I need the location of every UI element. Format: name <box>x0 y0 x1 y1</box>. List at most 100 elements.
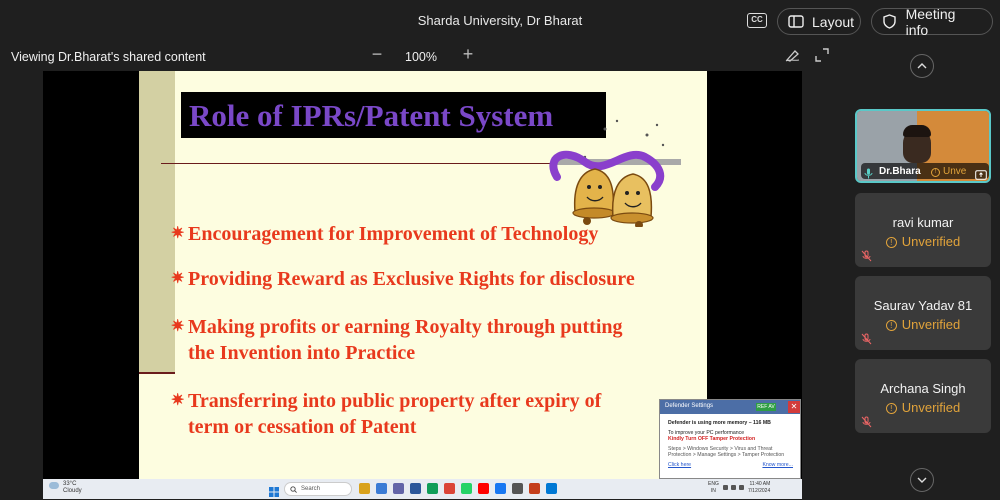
warning-icon: ! <box>885 320 897 331</box>
slide-title-rule <box>161 163 551 164</box>
fullscreen-icon[interactable] <box>815 48 829 67</box>
bullet-text-line-1: Transferring into public property after … <box>188 390 602 412</box>
whatsapp-icon <box>461 483 472 494</box>
search-icon <box>290 486 297 498</box>
volume-icon <box>731 485 736 490</box>
bullet-text: Encouragement for Improvement of Technol… <box>188 223 599 245</box>
bullet-star-icon: ✷ <box>171 392 185 409</box>
file-explorer-icon <box>359 483 370 494</box>
battery-icon <box>739 485 744 490</box>
app-icon <box>427 483 438 494</box>
weather-temp: 33°C <box>63 481 77 487</box>
warning-icon: ! <box>885 237 897 248</box>
participant-tile-saurav-yadav[interactable]: Saurav Yadav 81 ! Unverified <box>855 276 991 350</box>
screen-share-icon <box>975 167 987 181</box>
weather-widget: 33°C Cloudy <box>49 481 82 495</box>
defender-notification: Defender Settings REF AV ✕ Defender is u… <box>659 399 801 479</box>
bullet-text-line-1: Making profits or earning Royalty throug… <box>188 316 623 338</box>
meeting-info-button[interactable]: Meeting info <box>871 5 993 38</box>
participant-name: Archana Singh <box>880 381 966 396</box>
chevron-up-icon <box>917 63 927 69</box>
bullet-text-line-2: the Invention into Practice <box>188 342 416 364</box>
chrome-icon <box>444 483 455 494</box>
defender-line-5: Protection > Manage Settings > Tamper Pr… <box>668 452 785 458</box>
defender-line-3: Kindly Turn OFF Tamper Protection <box>668 436 756 442</box>
top-bar: Sharda University, Dr Bharat CC Layout M… <box>0 0 1000 42</box>
lang-line-1: ENG <box>708 481 719 487</box>
taskbar-clock: 11:40 AM 7/12/2024 <box>748 481 770 495</box>
meeting-info-label: Meeting info <box>905 5 956 38</box>
taskbar-search: Search <box>284 482 352 496</box>
defender-know-more-link: Know more... <box>762 461 793 468</box>
participant-name: Saurav Yadav 81 <box>873 298 973 313</box>
slide-bullet-2: ✷ Providing Reward as Exclusive Rights f… <box>171 266 635 292</box>
captions-button[interactable]: CC <box>747 13 767 28</box>
youtube-icon <box>478 483 489 494</box>
warning-icon: ! <box>885 403 897 414</box>
mic-muted-icon <box>861 415 872 433</box>
slide-bullet-1: ✷ Encouragement for Improvement of Techn… <box>171 221 598 247</box>
participant-name: ravi kumar <box>892 215 954 230</box>
participant-status-text: Unverified <box>901 400 961 415</box>
slide-side-divider <box>139 372 175 374</box>
layout-icon <box>788 15 804 29</box>
zoom-out-button[interactable]: − <box>369 44 385 65</box>
participant-status-text: Unverified <box>901 317 961 332</box>
viewing-shared-content-label: Viewing Dr.Bharat's shared content <box>11 50 206 64</box>
lang-line-2: IN <box>710 488 716 494</box>
app-icon <box>376 483 387 494</box>
bullet-star-icon: ✷ <box>171 270 185 287</box>
warning-icon: ! <box>931 168 940 177</box>
slide-bullet-4: ✷ Transferring into public property afte… <box>171 388 601 440</box>
teams-icon <box>393 483 404 494</box>
participant-tile-dr-bharat[interactable]: Dr.Bhara ! Unve <box>855 109 991 183</box>
zoom-level: 100% <box>405 50 437 64</box>
word-icon <box>410 483 421 494</box>
video-person-hair <box>903 125 931 137</box>
close-icon: ✕ <box>788 401 800 413</box>
bells-clipart-icon <box>545 117 675 232</box>
windows-start-icon <box>269 484 279 499</box>
slide-title: Role of IPRs/Patent System <box>189 98 554 133</box>
defender-body: Defender is using more memory – 116 MB T… <box>660 414 800 468</box>
system-tray-icons <box>723 485 747 490</box>
defender-title: Defender Settings <box>665 403 714 409</box>
bullet-text-line-2: term or cessation of Patent <box>188 416 417 438</box>
participant-tile-ravi-kumar[interactable]: ravi kumar ! Unverified <box>855 193 991 267</box>
weather-desc: Cloudy <box>63 488 82 494</box>
participant-status: ! Unve <box>931 166 966 177</box>
edge-icon <box>546 483 557 494</box>
defender-click-here-link: Click here <box>668 461 692 468</box>
meeting-window: Sharda University, Dr Bharat CC Layout M… <box>0 0 1000 500</box>
bullet-star-icon: ✷ <box>171 318 185 335</box>
defender-line-1: Defender is using more memory – 116 MB <box>668 420 771 426</box>
mic-muted-icon <box>861 332 872 350</box>
participant-tile-archana-singh[interactable]: Archana Singh ! Unverified <box>855 359 991 433</box>
defender-header: Defender Settings REF AV ✕ <box>660 400 800 414</box>
zoom-in-button[interactable]: + <box>460 44 476 65</box>
participant-status-text: Unve <box>943 166 967 177</box>
layout-label: Layout <box>812 13 855 30</box>
taskbar-search-text: Search <box>301 486 321 492</box>
defender-badge: REF AV <box>756 403 776 411</box>
clock-time: 11:40 AM <box>749 481 771 487</box>
mic-muted-icon <box>861 249 872 267</box>
slide-bullet-3: ✷ Making profits or earning Royalty thro… <box>171 314 623 366</box>
slide-side-band <box>139 71 175 374</box>
participant-status: ! Unverified <box>855 234 991 249</box>
bullet-text: Providing Reward as Exclusive Rights for… <box>188 268 635 290</box>
layout-button[interactable]: Layout <box>777 8 861 35</box>
mic-active-icon <box>864 166 873 181</box>
annotate-icon[interactable] <box>785 48 801 67</box>
participants-scroll-up-button[interactable] <box>910 54 934 78</box>
app-icon <box>512 483 523 494</box>
wifi-icon <box>723 485 728 490</box>
facebook-icon <box>495 483 506 494</box>
defender-links: Click here Know more... <box>668 462 793 469</box>
participants-scroll-down-button[interactable] <box>910 468 934 492</box>
participant-status: ! Unverified <box>855 317 991 332</box>
language-indicator: ENG IN <box>708 481 719 495</box>
powerpoint-icon <box>529 483 540 494</box>
participant-status-text: Unverified <box>901 234 961 249</box>
clock-date: 7/12/2024 <box>748 488 771 494</box>
